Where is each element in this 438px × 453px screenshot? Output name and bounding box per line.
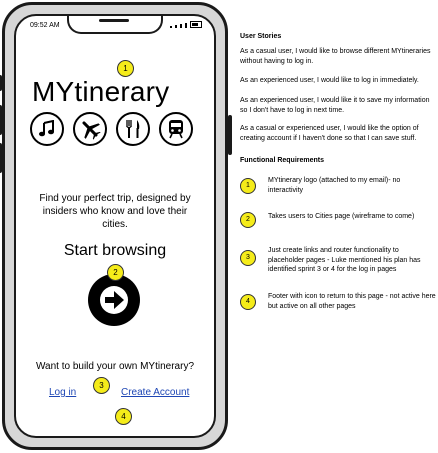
tagline: Find your perfect trip, designed by insi…	[39, 193, 191, 230]
create-account-link[interactable]: Create Account	[121, 387, 189, 398]
speaker-grille	[99, 19, 129, 22]
functional-requirements-heading: Functional Requirements	[240, 157, 325, 164]
badge-2: 2	[107, 264, 124, 281]
requirement-badge: 3	[240, 250, 256, 266]
start-browsing-button[interactable]	[88, 274, 140, 326]
arrow-right-icon	[100, 286, 128, 314]
battery-icon	[190, 21, 202, 28]
mute-switch	[0, 75, 2, 91]
user-story: As an experienced user, I would like to …	[240, 77, 419, 84]
music-note-icon	[30, 112, 64, 146]
fork-knife-icon	[116, 112, 150, 146]
user-story: As an experienced user, I would like it …	[240, 97, 430, 114]
requirement-text: Just create links and router functionali…	[268, 247, 421, 273]
power-button	[228, 115, 232, 155]
requirement-text: Footer with icon to return to this page …	[268, 293, 436, 310]
home-icon	[112, 437, 136, 438]
user-story: As a casual user, I would like to browse…	[240, 48, 431, 65]
phone-screen: 09:52 AM MYtinerary Find your perfect tr…	[14, 14, 216, 438]
phone-notch	[67, 16, 163, 34]
status-icons	[170, 21, 202, 28]
volume-down-button	[0, 143, 2, 173]
requirement-badge: 2	[240, 212, 256, 228]
phone-frame: 09:52 AM MYtinerary Find your perfect tr…	[0, 2, 232, 450]
volume-up-button	[0, 105, 2, 135]
badge-3: 3	[93, 377, 110, 394]
user-stories-heading: User Stories	[240, 33, 282, 40]
user-story: As a casual or experienced user, I would…	[240, 125, 419, 142]
requirement-badge: 4	[240, 294, 256, 310]
category-icon-row	[30, 112, 193, 146]
airplane-icon	[73, 112, 107, 146]
train-icon	[159, 112, 193, 146]
requirement-text: MYtinerary logo (attached to my email)- …	[268, 177, 401, 194]
requirement-badge: 1	[240, 178, 256, 194]
start-browsing-title: Start browsing	[63, 242, 167, 259]
requirement-text: Takes users to Cities page (wireframe to…	[268, 213, 415, 220]
app-logo: MYtinerary	[32, 76, 170, 107]
status-time: 09:52 AM	[30, 22, 60, 29]
build-mytinerary-prompt: Want to build your own MYtinerary?	[35, 361, 195, 372]
badge-1: 1	[117, 60, 134, 77]
log-in-link[interactable]: Log in	[49, 387, 76, 398]
badge-4: 4	[115, 408, 132, 425]
